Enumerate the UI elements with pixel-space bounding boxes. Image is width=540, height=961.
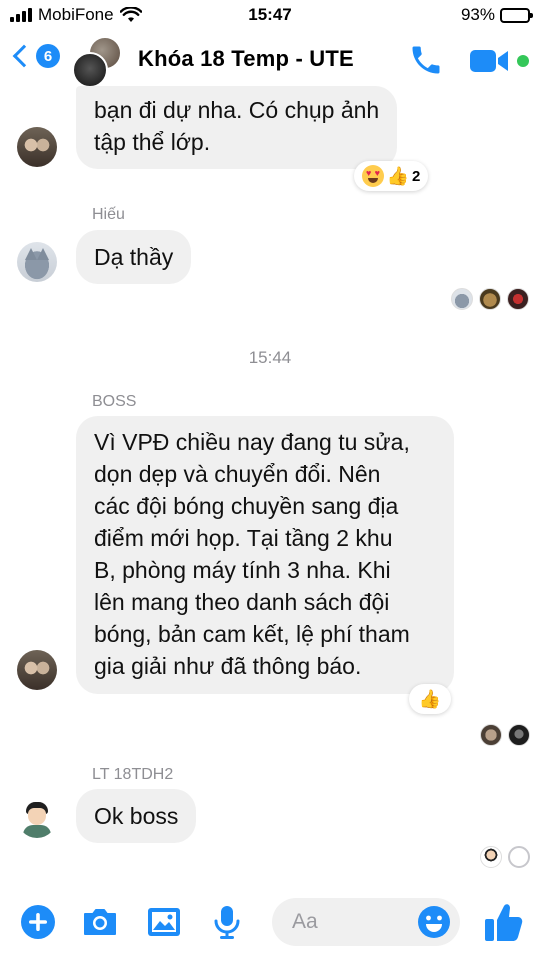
message-line: Vì VPĐ chiều nay đang tu sửa,	[94, 429, 410, 455]
avatar	[480, 846, 502, 868]
avatar	[479, 288, 501, 310]
online-status-dot	[517, 55, 529, 67]
message-line: điểm mới họp. Tại tầng 2 khu	[94, 525, 393, 551]
back-button[interactable]: 6	[10, 44, 60, 68]
reaction-pill[interactable]: 👍	[409, 684, 451, 714]
message-line: Dạ thầy	[94, 244, 174, 270]
avatar-body	[23, 825, 51, 838]
chevron-left-icon	[12, 44, 36, 68]
avatar	[508, 724, 530, 746]
message-bubble[interactable]: Vì VPĐ chiều nay đang tu sửa, dọn dẹp và…	[76, 416, 454, 694]
phone-icon[interactable]	[408, 42, 444, 78]
avatar	[451, 288, 473, 310]
video-camera-icon[interactable]	[468, 46, 512, 76]
timestamp: 15:44	[248, 348, 292, 367]
message-line: lên mang theo danh sách đội	[94, 589, 390, 615]
battery-percent: 93%	[460, 5, 495, 24]
reaction-pill[interactable]: 👍 2	[354, 161, 429, 191]
message-line: bóng, bản cam kết, lệ phí tham	[94, 621, 410, 647]
message-line: dọn dẹp và chuyển đổi. Nên	[94, 461, 381, 487]
sender-name: Hiếu	[92, 206, 125, 223]
message-bubble[interactable]: Ok boss	[76, 789, 197, 843]
sender-name: LT 18TDH2	[92, 766, 174, 783]
message-line: Ok boss	[94, 803, 179, 829]
message-input-placeholder: Aa	[292, 910, 318, 933]
heart-eyes-icon	[362, 165, 384, 187]
status-time: 15:47	[248, 5, 292, 24]
sender-name: BOSS	[92, 393, 137, 410]
unread-badge: 6	[36, 44, 60, 68]
message-composer: Aa	[0, 890, 540, 956]
thumbs-up-icon: 👍	[418, 688, 442, 709]
read-receipts	[451, 288, 529, 310]
message-bubble[interactable]: Dạ thầy	[76, 230, 192, 284]
avatar	[508, 846, 530, 868]
message-line: gia giải như đã thông báo.	[94, 653, 362, 679]
avatar-face	[28, 808, 46, 825]
battery-icon	[500, 7, 533, 23]
camera-icon[interactable]	[80, 902, 120, 942]
avatar[interactable]	[17, 798, 57, 838]
avatar	[507, 288, 529, 310]
status-right: 93%	[460, 5, 533, 25]
microphone-icon[interactable]	[207, 902, 247, 942]
read-receipts	[480, 846, 530, 868]
chat-header: 6 Khóa 18 Temp - UTE	[0, 30, 540, 92]
message-input[interactable]: Aa	[272, 898, 460, 946]
group-avatar[interactable]	[72, 36, 124, 88]
avatar[interactable]	[17, 242, 57, 282]
emoji-icon[interactable]	[416, 904, 452, 940]
reaction-count: 2	[412, 167, 421, 185]
avatar[interactable]	[17, 127, 57, 167]
message-line: B, phòng máy tính 3 nha. Khi	[94, 557, 391, 583]
conversation-title[interactable]: Khóa 18 Temp - UTE	[138, 46, 354, 72]
avatar	[72, 52, 108, 88]
read-receipts	[480, 724, 530, 746]
thumbs-up-icon: 👍	[386, 165, 410, 186]
plus-icon[interactable]	[18, 902, 58, 942]
message-line: các đội bóng chuyền sang địa	[94, 493, 399, 519]
status-bar: MobiFone 15:47 93%	[0, 0, 540, 30]
message-bubble[interactable]: bạn đi dự nha. Có chụp ảnh tập thể lớp.	[76, 86, 398, 169]
avatar	[480, 724, 502, 746]
image-icon[interactable]	[144, 902, 184, 942]
avatar[interactable]	[17, 650, 57, 690]
thumbs-up-send-icon[interactable]	[482, 900, 524, 944]
message-line: tập thể lớp.	[94, 129, 211, 155]
message-line: bạn đi dự nha. Có chụp ảnh	[94, 97, 380, 123]
